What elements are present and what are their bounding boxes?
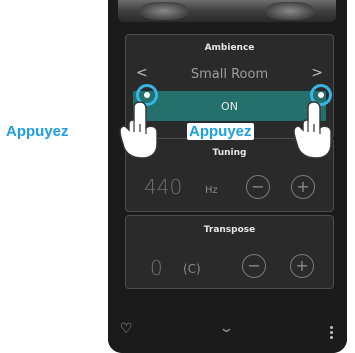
app-panel: Ambience < Small Room > ON Tuning 440 Hz… [108, 0, 347, 353]
tuning-unit: Hz [205, 185, 218, 196]
chevron-right-icon[interactable]: > [311, 65, 323, 81]
transpose-title: Transpose [203, 225, 256, 235]
tuning-decrease-button[interactable]: − [246, 175, 270, 199]
tuning-increase-button[interactable]: + [291, 175, 315, 199]
tap-instruction-center: Appuyez [187, 123, 254, 140]
tap-instruction-left: Appuyez [6, 123, 69, 140]
tap-hand-icon [293, 101, 332, 159]
header-image [118, 0, 336, 22]
ambience-title: Ambience [204, 43, 255, 53]
ambience-type-value: Small Room [190, 67, 269, 82]
transpose-card: Transpose 0 (C) − + [125, 215, 334, 289]
heart-icon[interactable]: ♡ [120, 321, 133, 337]
tuning-value: 440 [144, 175, 183, 199]
more-vertical-icon[interactable] [330, 326, 333, 341]
transpose-value: 0 [150, 256, 163, 280]
chevron-down-icon[interactable]: ⌄ [218, 321, 234, 336]
transpose-decrease-button[interactable]: − [242, 254, 266, 278]
tap-hand-icon [119, 101, 158, 159]
transpose-increase-button[interactable]: + [290, 254, 314, 278]
bottom-bar: ♡ ⌄ [108, 318, 347, 353]
transpose-key: (C) [183, 262, 201, 276]
